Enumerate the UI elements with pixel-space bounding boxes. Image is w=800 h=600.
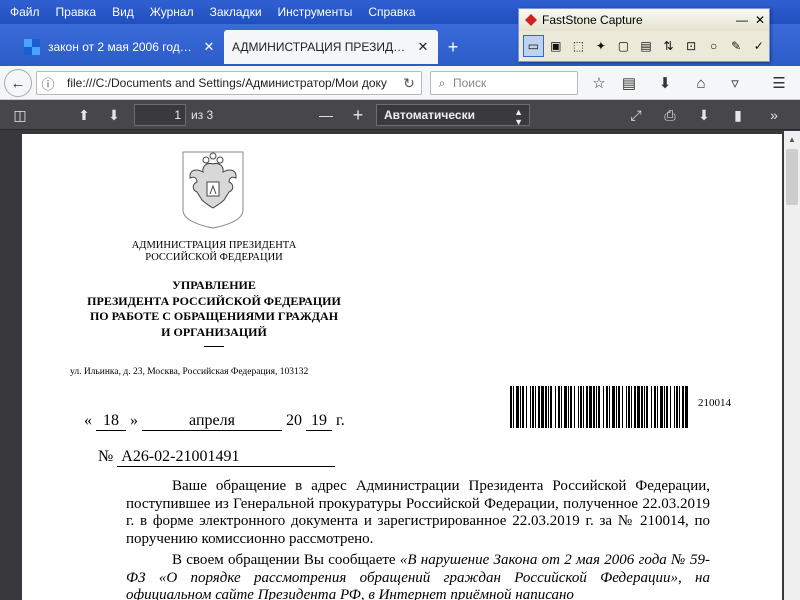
sidebar-toggle-icon[interactable]: ◫ — [8, 103, 32, 127]
menu-edit[interactable]: Правка — [48, 5, 105, 19]
magnifier-icon[interactable]: ○ — [703, 35, 724, 57]
close-icon[interactable]: ✕ — [416, 39, 430, 55]
dept-line-4: И ОРГАНИЗАЦИЙ — [161, 324, 267, 339]
capture-scrolling-icon[interactable]: ⇅ — [658, 35, 679, 57]
number-prefix: № — [98, 448, 114, 465]
minimize-icon[interactable]: — — [733, 13, 751, 27]
presentation-mode-icon[interactable]: ⤢ — [624, 103, 648, 127]
faststone-titlebar[interactable]: FastStone Capture — ✕ — [519, 9, 769, 31]
back-arrow-icon[interactable]: ← — [4, 69, 32, 97]
pdf-toolbar: ◫ ⬆ ⬇ 1 из 3 — + Автоматически ▲ ▼ ⤢ ⎙ ⬇ … — [0, 100, 800, 130]
paragraph-2-text: В своем обращении Вы сообщаете — [172, 552, 400, 568]
header-divider — [204, 346, 224, 347]
settings-icon[interactable]: ✓ — [748, 35, 769, 57]
site-favicon-icon — [24, 39, 40, 55]
page-count: из 3 — [191, 108, 214, 122]
date-line: « 18 » апреля 20 19 г. — [84, 412, 345, 431]
menu-view[interactable]: Вид — [104, 5, 142, 19]
menu-help[interactable]: Справка — [360, 5, 423, 19]
date-day: 18 — [96, 412, 126, 431]
tools-menu-icon[interactable]: » — [762, 103, 786, 127]
date-month: апреля — [142, 412, 282, 431]
department-header: УПРАВЛЕНИЕ ПРЕЗИДЕНТА РОССИЙСКОЙ ФЕДЕРАЦ… — [74, 278, 354, 340]
tab-admin-pdf[interactable]: АДМИНИСТРАЦИЯ ПРЕЗИДЕНТА ... ✕ — [224, 30, 438, 64]
tab-title: закон от 2 мая 2006 года N... — [48, 40, 196, 54]
document-number: А26-02-21001491 — [117, 448, 336, 467]
next-page-icon[interactable]: ⬇ — [102, 103, 126, 127]
close-icon[interactable]: ✕ — [751, 13, 769, 27]
date-year-unit: г. — [336, 412, 345, 429]
zoom-in-icon[interactable]: + — [346, 103, 370, 127]
close-icon[interactable]: ✕ — [202, 39, 216, 55]
pocket-icon[interactable]: ▿ — [722, 70, 748, 96]
dept-line-3: ПО РАБОТЕ С ОБРАЩЕНИЯМИ ГРАЖДАН — [89, 309, 339, 323]
chevron-updown-icon: ▲ ▼ — [514, 107, 523, 127]
new-tab-plus-icon[interactable]: + — [444, 38, 462, 56]
open-folder-icon[interactable]: ⊡ — [681, 35, 702, 57]
previous-page-icon[interactable]: ⬆ — [72, 103, 96, 127]
capture-fullscreen-icon[interactable]: ▢ — [613, 35, 634, 57]
info-icon[interactable]: ⓘ — [37, 74, 59, 93]
faststone-title: FastStone Capture — [542, 13, 643, 27]
faststone-capture-window: FastStone Capture — ✕ ▭ ▣ ⬚ ✦ ▢ ▤ ⇅ ⊡ ○ … — [518, 8, 770, 62]
faststone-tools: ▭ ▣ ⬚ ✦ ▢ ▤ ⇅ ⊡ ○ ✎ ✓ — [519, 31, 769, 61]
date-open-quote: « — [84, 412, 92, 429]
menu-tools[interactable]: Инструменты — [270, 5, 361, 19]
capture-freehand-icon[interactable]: ✦ — [591, 35, 612, 57]
scroll-up-arrow-icon[interactable]: ▲ — [784, 131, 800, 147]
capture-object-icon[interactable]: ▣ — [546, 35, 567, 57]
menu-file[interactable]: Файл — [2, 5, 48, 19]
date-year-suffix: 19 — [306, 412, 332, 431]
paragraph-1-text: Ваше обращение в адрес Администрации Пре… — [126, 478, 710, 547]
admin-header: АДМИНИСТРАЦИЯ ПРЕЗИДЕНТА РОССИЙСКОЙ ФЕДЕ… — [114, 240, 314, 264]
date-year-prefix: 20 — [286, 412, 302, 429]
tab-title: АДМИНИСТРАЦИЯ ПРЕЗИДЕНТА ... — [232, 40, 410, 54]
barcode — [510, 386, 688, 428]
hamburger-menu-icon[interactable]: ☰ — [766, 70, 792, 96]
nav-bar: ← ⓘ file:///C:/Documents and Settings/Ад… — [0, 66, 800, 100]
zoom-select[interactable]: Автоматически ▲ ▼ — [376, 104, 530, 127]
page-number-input[interactable]: 1 — [134, 104, 186, 126]
russian-coat-of-arms-emblem — [182, 151, 244, 229]
url-bar[interactable]: ⓘ file:///C:/Documents and Settings/Адми… — [36, 71, 422, 95]
search-bar[interactable]: ⌕ Поиск — [430, 71, 578, 95]
download-arrow-icon[interactable]: ⬇ — [652, 70, 678, 96]
capture-window-icon[interactable]: ▭ — [523, 35, 544, 57]
document-number-line: № А26-02-21001491 — [98, 448, 336, 467]
menu-history[interactable]: Журнал — [142, 5, 202, 19]
pdf-viewer[interactable]: АДМИНИСТРАЦИЯ ПРЕЗИДЕНТА РОССИЙСКОЙ ФЕДЕ… — [0, 131, 784, 600]
pdf-page: АДМИНИСТРАЦИЯ ПРЕЗИДЕНТА РОССИЙСКОЙ ФЕДЕ… — [22, 134, 782, 600]
search-placeholder: Поиск — [453, 76, 487, 90]
menu-bookmarks[interactable]: Закладки — [202, 5, 270, 19]
library-icon[interactable]: ▤ — [616, 70, 642, 96]
capture-rectangle-icon[interactable]: ⬚ — [568, 35, 589, 57]
home-icon[interactable]: ⌂ — [688, 70, 714, 96]
color-picker-icon[interactable]: ✎ — [726, 35, 747, 57]
barcode-number: 210014 — [698, 397, 731, 409]
scroll-thumb[interactable] — [786, 149, 798, 205]
vertical-scrollbar[interactable]: ▲ — [784, 131, 800, 600]
admin-line-2: РОССИЙСКОЙ ФЕДЕРАЦИИ — [145, 252, 283, 263]
print-icon[interactable]: ⎙ — [658, 103, 682, 127]
zoom-value: Автоматически — [384, 108, 475, 122]
address: ул. Ильинка, д. 23, Москва, Российская Ф… — [70, 367, 309, 377]
paragraph-2: В своем обращении Вы сообщаете «В наруше… — [126, 552, 710, 600]
tab-law[interactable]: закон от 2 мая 2006 года N... ✕ — [16, 30, 224, 64]
dept-line-1: УПРАВЛЕНИЕ — [172, 278, 256, 292]
admin-line-1: АДМИНИСТРАЦИЯ ПРЕЗИДЕНТА — [131, 240, 297, 251]
url-text: file:///C:/Documents and Settings/Админи… — [67, 76, 387, 90]
dept-line-2: ПРЕЗИДЕНТА РОССИЙСКОЙ ФЕДЕРАЦИИ — [87, 293, 341, 308]
search-icon: ⌕ — [438, 75, 446, 90]
page-number-value: 1 — [174, 108, 181, 122]
capture-fixed-region-icon[interactable]: ▤ — [636, 35, 657, 57]
zoom-out-icon[interactable]: — — [314, 103, 338, 127]
faststone-logo-icon — [525, 14, 537, 26]
reload-icon[interactable]: ↻ — [397, 75, 421, 92]
date-close-quote: » — [130, 412, 138, 429]
bookmark-star-icon[interactable]: ☆ — [586, 70, 612, 96]
save-icon[interactable]: ⬇ — [692, 103, 716, 127]
paragraph-1: Ваше обращение в адрес Администрации Пре… — [126, 478, 710, 548]
bookmark-icon[interactable]: ▮ — [726, 103, 750, 127]
